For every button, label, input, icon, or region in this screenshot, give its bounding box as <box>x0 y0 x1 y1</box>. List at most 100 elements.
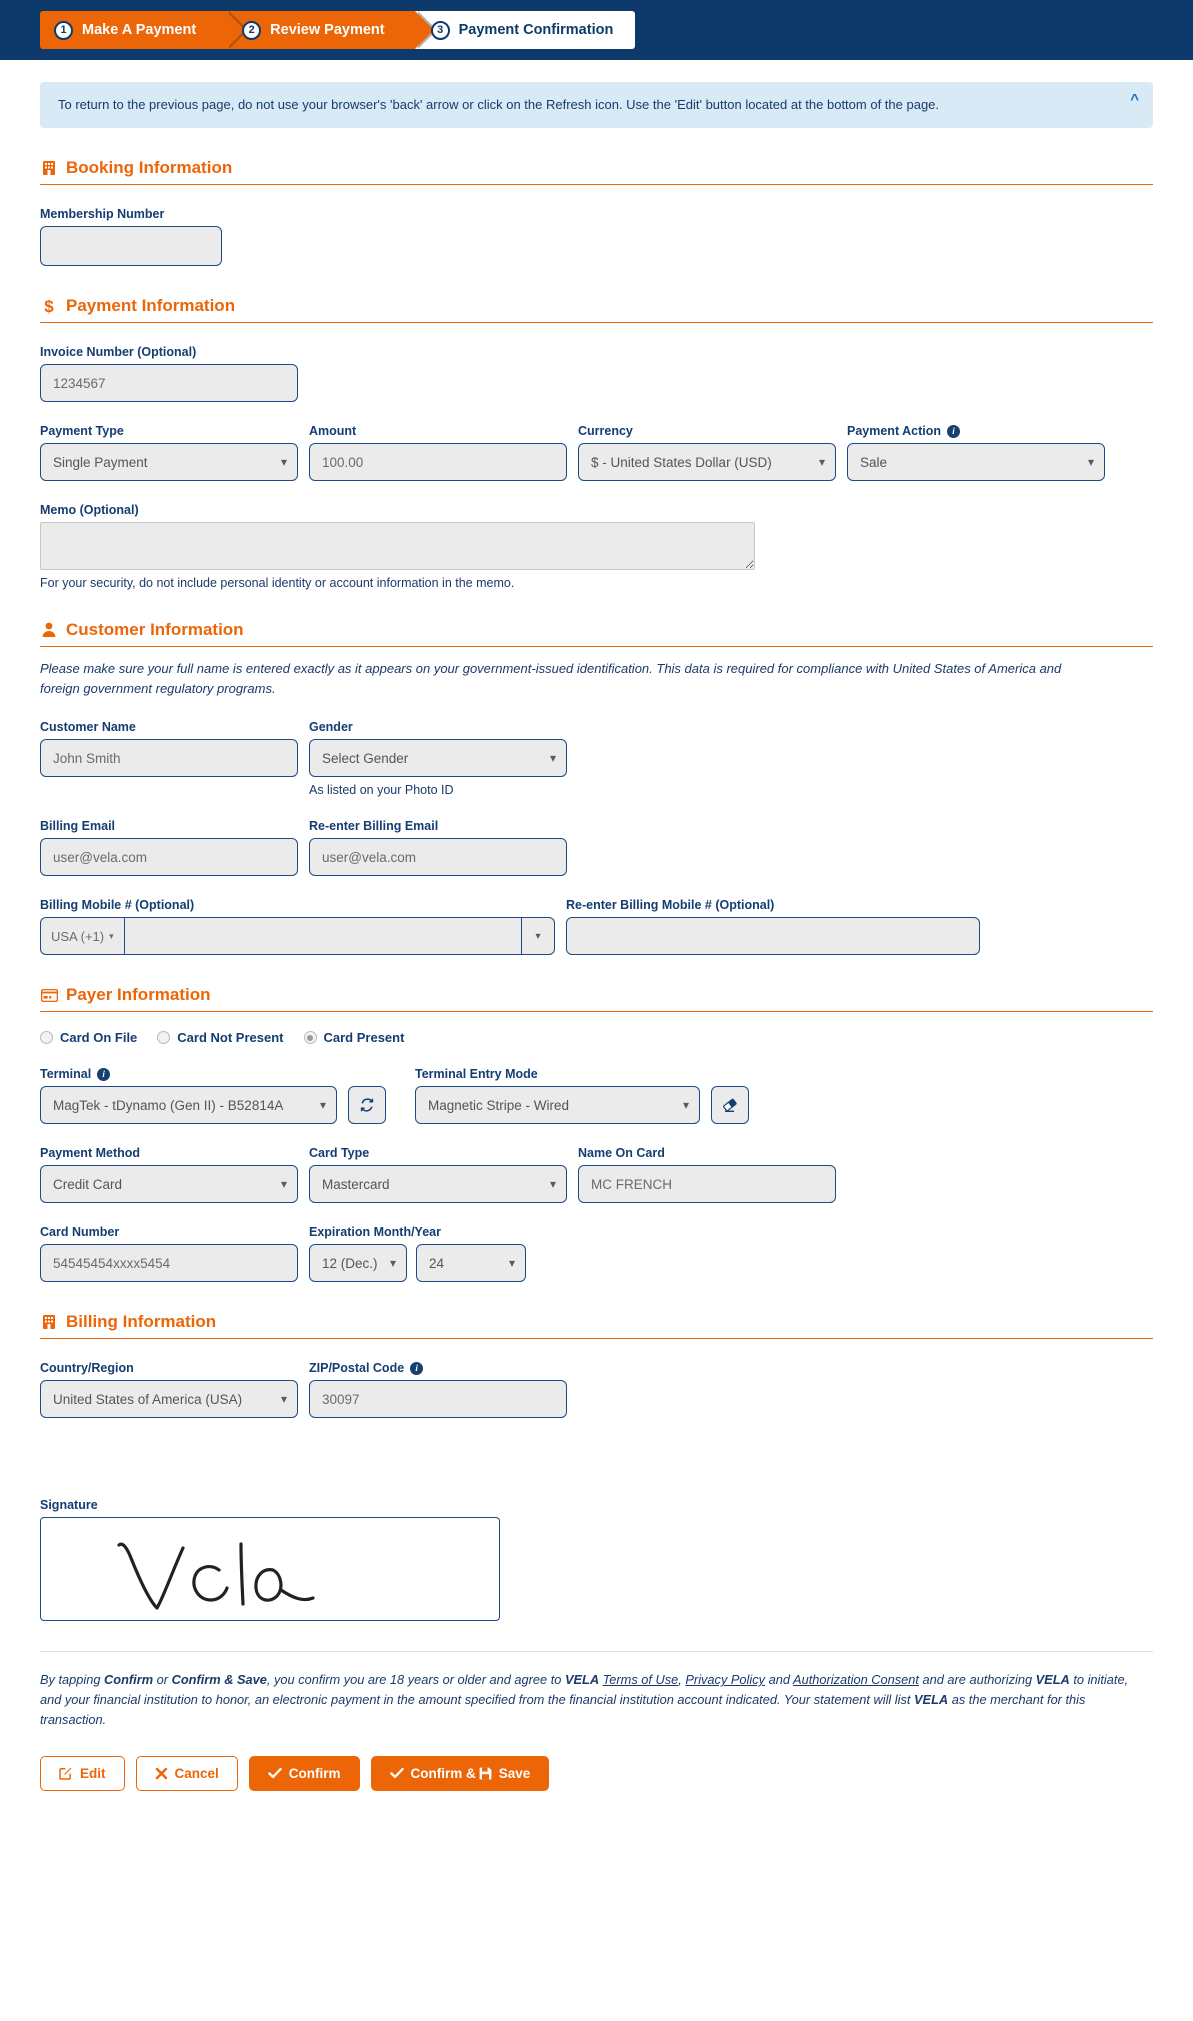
step-2-number: 2 <box>242 20 262 40</box>
card-number-input[interactable]: 54545454xxxx5454 <box>40 1244 298 1283</box>
amount-label: Amount <box>309 424 357 439</box>
edit-button[interactable]: Edit <box>40 1755 125 1791</box>
confirm-and-save-label-suffix: Save <box>498 1765 531 1781</box>
billing-mobile-label: Billing Mobile # (Optional) <box>40 898 195 913</box>
signature-canvas[interactable] <box>40 1517 500 1622</box>
billing-email-row: Billing Email user@vela.com Re-enter Bil… <box>40 819 1153 877</box>
invoice-number-field: Invoice Number (Optional) 1234567 <box>40 345 298 403</box>
radio-card-present-label: Card Present <box>323 1030 405 1046</box>
check-icon <box>389 1767 404 1779</box>
cancel-button-label: Cancel <box>174 1765 219 1781</box>
confirm-and-save-button[interactable]: Confirm & Save <box>370 1755 550 1791</box>
membership-number-field: Membership Number <box>40 207 222 267</box>
billing-mobile-dropdown-button[interactable]: ▾ <box>521 917 555 956</box>
zip-postal-code-input[interactable]: 30097 <box>309 1380 567 1419</box>
refresh-icon[interactable] <box>348 1086 386 1125</box>
reenter-billing-email-input[interactable]: user@vela.com <box>309 838 567 877</box>
name-on-card-input[interactable]: MC FRENCH <box>578 1165 836 1204</box>
card-number-label: Card Number <box>40 1225 120 1240</box>
billing-mobile-input[interactable] <box>123 917 521 956</box>
step-progress-bar: 1 Make A Payment 2 Review Payment 3 Paym… <box>0 0 1193 60</box>
section-billing-title: Billing Information <box>66 1312 217 1332</box>
legal-disclaimer: By tapping Confirm or Confirm & Save, yo… <box>40 1670 1153 1729</box>
action-buttons: Edit Cancel Confirm Confirm & Save <box>40 1755 1153 1827</box>
reenter-billing-mobile-input[interactable] <box>566 917 980 956</box>
info-banner-text: To return to the previous page, do not u… <box>58 97 940 112</box>
expiration-year-select[interactable]: 24 ▾ <box>416 1244 526 1283</box>
billing-email-input[interactable]: user@vela.com <box>40 838 298 877</box>
chevron-down-icon: ▾ <box>508 1256 515 1271</box>
step-3-number: 3 <box>430 20 450 40</box>
step-1-number: 1 <box>54 20 73 40</box>
payment-action-field: Payment Action i Sale ▾ <box>847 424 1105 482</box>
billing-mobile-row: Billing Mobile # (Optional) USA (+1) ▾ ▾… <box>40 898 1153 956</box>
memo-textarea[interactable] <box>40 522 755 571</box>
pencil-square-icon <box>59 1766 73 1780</box>
chevron-down-icon: ▾ <box>109 930 114 941</box>
gender-select[interactable]: Select Gender ▾ <box>309 739 567 778</box>
radio-indicator <box>40 1031 53 1045</box>
step-2-label: Review Payment <box>270 22 385 38</box>
payment-method-label: Payment Method <box>40 1146 141 1161</box>
terminal-value: MagTek - tDynamo (Gen II) - B52814A <box>53 1097 284 1113</box>
card-number-row: Card Number 54545454xxxx5454 Expiration … <box>40 1225 1153 1283</box>
cancel-button[interactable]: Cancel <box>135 1755 238 1791</box>
authorization-consent-link[interactable]: Authorization Consent <box>793 1672 919 1687</box>
billing-mobile-country-select[interactable]: USA (+1) ▾ <box>40 917 124 956</box>
radio-card-on-file-label: Card On File <box>60 1030 138 1046</box>
step-make-a-payment[interactable]: 1 Make A Payment <box>40 11 249 49</box>
name-on-card-field: Name On Card MC FRENCH <box>578 1146 836 1204</box>
terminal-select[interactable]: MagTek - tDynamo (Gen II) - B52814A ▾ <box>40 1086 337 1125</box>
divider <box>40 1651 1153 1653</box>
info-icon[interactable]: i <box>947 424 961 438</box>
payment-type-value: Single Payment <box>53 454 148 470</box>
step-review-payment[interactable]: 2 Review Payment <box>226 11 438 49</box>
legal-text-3: , you confirm you are 18 years or older … <box>266 1672 565 1688</box>
confirm-button[interactable]: Confirm <box>248 1755 360 1791</box>
currency-label: Currency <box>578 424 633 439</box>
terminal-entry-mode-select[interactable]: Magnetic Stripe - Wired ▾ <box>415 1086 700 1125</box>
chevron-down-icon: ▾ <box>1087 455 1094 470</box>
privacy-policy-link[interactable]: Privacy Policy <box>685 1672 765 1687</box>
svg-text:$: $ <box>44 297 54 315</box>
chevron-down-icon: ▾ <box>280 455 287 470</box>
payment-action-select[interactable]: Sale ▾ <box>847 443 1105 482</box>
payment-method-select[interactable]: Credit Card ▾ <box>40 1165 298 1204</box>
currency-select[interactable]: $ - United States Dollar (USD) ▾ <box>578 443 836 482</box>
legal-text-1: By tapping <box>40 1672 105 1688</box>
radio-card-not-present[interactable]: Card Not Present <box>157 1030 284 1045</box>
membership-number-input[interactable] <box>40 226 222 267</box>
eraser-icon[interactable] <box>711 1086 749 1125</box>
card-type-label: Card Type <box>309 1146 370 1161</box>
payment-type-select[interactable]: Single Payment ▾ <box>40 443 298 482</box>
signature-field: Signature <box>40 1498 1153 1622</box>
expiration-label: Expiration Month/Year <box>309 1225 441 1240</box>
reenter-billing-mobile-label: Re-enter Billing Mobile # (Optional) <box>566 898 775 913</box>
section-payment-information: $ Payment Information <box>40 296 1153 324</box>
info-icon[interactable]: i <box>410 1361 424 1375</box>
gender-hint: As listed on your Photo ID <box>309 783 454 798</box>
radio-card-on-file[interactable]: Card On File <box>40 1030 137 1045</box>
section-payment-title: Payment Information <box>66 296 236 316</box>
expiration-month-select[interactable]: 12 (Dec.) ▾ <box>309 1244 407 1283</box>
customer-name-input[interactable]: John Smith <box>40 739 298 778</box>
card-type-select[interactable]: Mastercard ▾ <box>309 1165 567 1204</box>
country-region-select[interactable]: United States of America (USA) ▾ <box>40 1380 298 1419</box>
terms-of-use-link[interactable]: Terms of Use <box>603 1672 679 1687</box>
radio-card-present[interactable]: Card Present <box>303 1030 405 1046</box>
zip-postal-code-label: ZIP/Postal Code i <box>309 1361 567 1375</box>
gender-value: Select Gender <box>322 750 409 766</box>
invoice-number-input[interactable]: 1234567 <box>40 364 298 403</box>
membership-number-label: Membership Number <box>40 207 165 222</box>
gender-label: Gender <box>309 720 353 735</box>
chevron-up-icon[interactable]: ^ <box>1130 92 1139 107</box>
floppy-disk-icon <box>479 1767 492 1780</box>
customer-name-field: Customer Name John Smith <box>40 720 298 778</box>
payment-method-value: Credit Card <box>53 1176 123 1192</box>
info-icon[interactable]: i <box>97 1067 111 1081</box>
legal-sep-2: and <box>765 1672 794 1688</box>
edit-button-label: Edit <box>80 1765 106 1781</box>
amount-input[interactable]: 100.00 <box>309 443 567 482</box>
zip-postal-code-field: ZIP/Postal Code i 30097 <box>309 1361 567 1419</box>
step-payment-confirmation[interactable]: 3 Payment Confirmation <box>414 11 636 49</box>
